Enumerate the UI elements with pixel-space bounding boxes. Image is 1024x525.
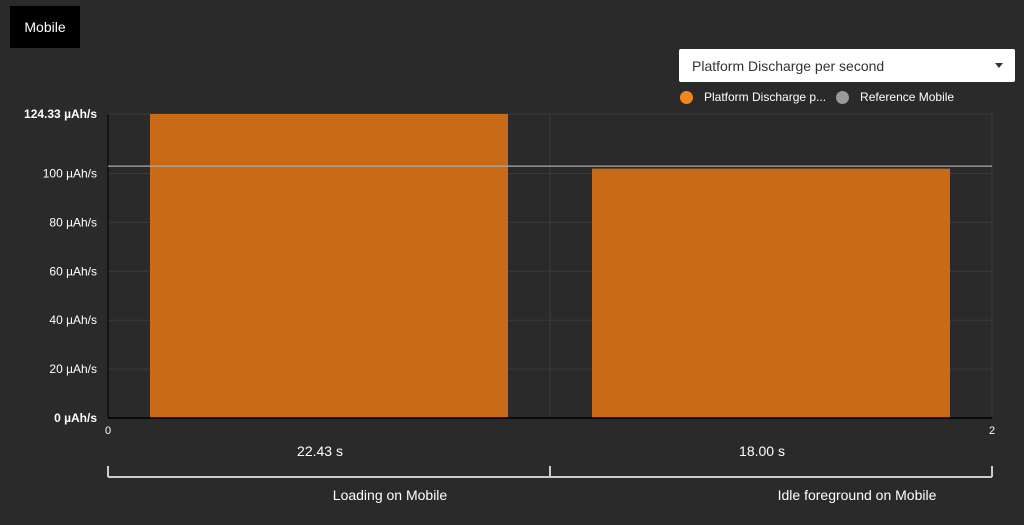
category-label: Loading on Mobile — [333, 487, 448, 503]
bar-idle-foreground-on-mobile — [592, 168, 950, 418]
x-tick-label: 0 — [105, 425, 111, 437]
y-tick-label: 80 µAh/s — [49, 215, 97, 229]
y-tick-label: 40 µAh/s — [49, 313, 97, 327]
y-tick-label: 124.33 µAh/s — [24, 107, 97, 121]
y-tick-label: 0 µAh/s — [54, 411, 97, 425]
x-tick-label: 2 — [989, 425, 995, 437]
y-tick-label: 60 µAh/s — [49, 264, 97, 278]
y-tick-label: 100 µAh/s — [43, 166, 97, 180]
bar-loading-on-mobile — [150, 114, 508, 418]
category-label: Idle foreground on Mobile — [778, 487, 937, 503]
duration-label: 22.43 s — [297, 443, 343, 459]
duration-label: 18.00 s — [739, 443, 785, 459]
y-tick-label: 20 µAh/s — [49, 362, 97, 376]
bar-chart: 0 µAh/s 20 µAh/s 40 µAh/s 60 µAh/s 80 µAh/s 1… — [24, 107, 995, 503]
